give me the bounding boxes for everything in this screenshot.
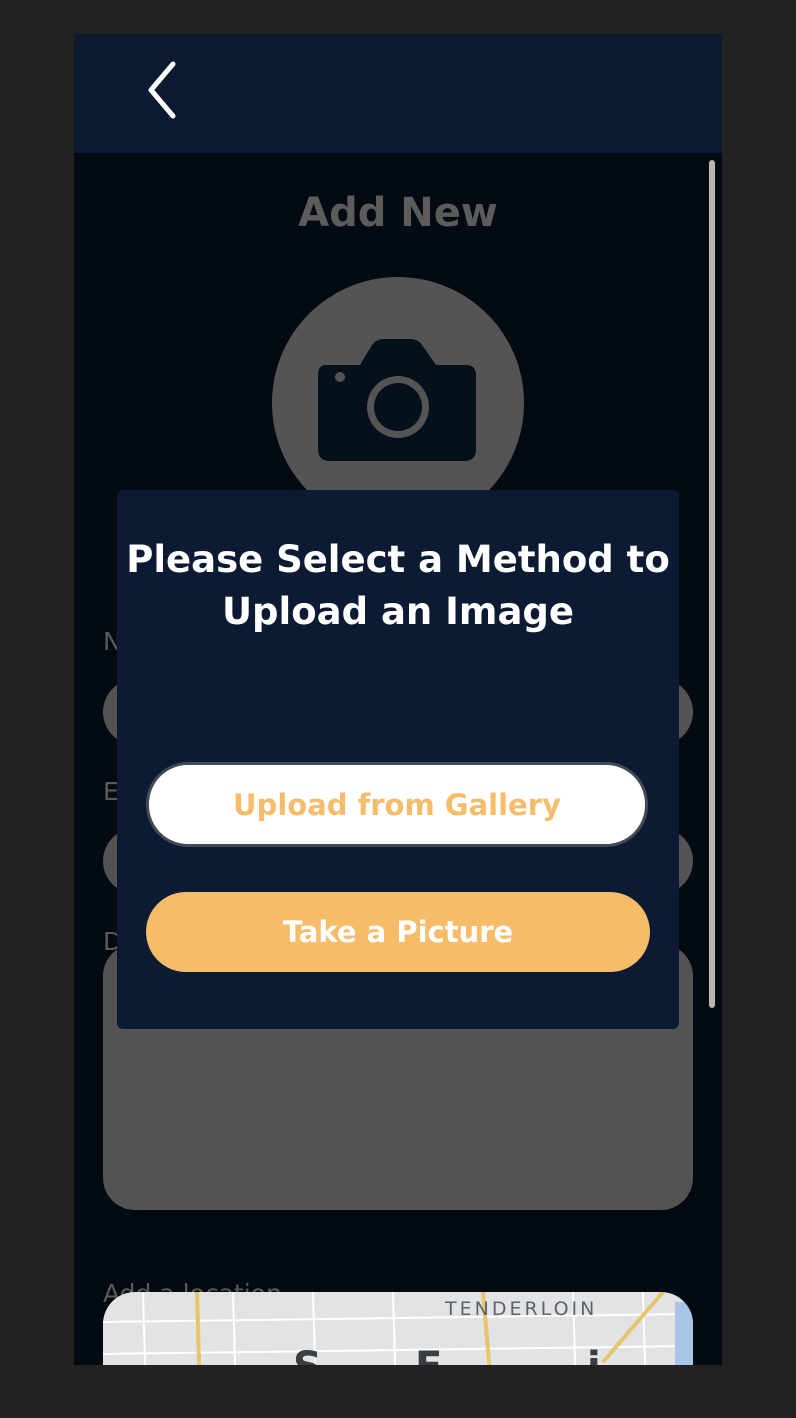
map-city-letter: F <box>415 1344 442 1365</box>
map-city-letter: i <box>587 1344 601 1365</box>
camera-icon <box>318 339 476 461</box>
map-streets <box>103 1292 693 1365</box>
map-neighborhood-label: TENDERLOIN <box>445 1298 598 1320</box>
dialog-title: Please Select a Method to Upload an Imag… <box>126 538 670 633</box>
chevron-left-icon <box>148 61 176 119</box>
upload-method-dialog: Please Select a Method to Upload an Imag… <box>117 490 679 1029</box>
app-header <box>74 34 722 153</box>
scrollbar[interactable] <box>709 160 715 1008</box>
location-map[interactable]: TENDERLOIN S F i <box>103 1292 693 1365</box>
page-title: Add New <box>298 190 498 236</box>
upload-from-gallery-button[interactable]: Upload from Gallery <box>146 762 648 847</box>
back-button[interactable] <box>134 54 190 126</box>
map-city-letter: S <box>293 1344 322 1365</box>
take-picture-button[interactable]: Take a Picture <box>146 892 650 972</box>
